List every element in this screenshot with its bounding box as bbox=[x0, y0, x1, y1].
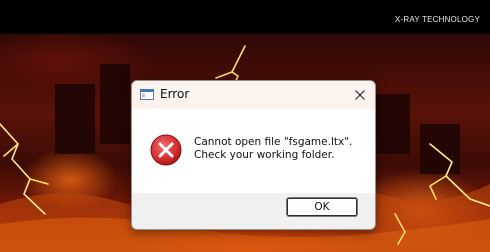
dialog-title-bar: Error bbox=[132, 81, 375, 109]
error-message-line-1: Cannot open file "fsgame.ltx". bbox=[194, 136, 353, 148]
window-icon bbox=[140, 89, 154, 100]
brand-label: X-RAY TECHNOLOGY bbox=[395, 15, 480, 24]
close-icon bbox=[355, 90, 365, 100]
close-button[interactable] bbox=[345, 81, 375, 109]
dialog-content: Cannot open file "fsgame.ltx". Check you… bbox=[132, 109, 375, 193]
error-message-line-2: Check your working folder. bbox=[194, 149, 335, 161]
dialog-title: Error bbox=[160, 87, 190, 101]
dialog-footer: OK bbox=[132, 193, 375, 229]
splash-top-bar: X-RAY TECHNOLOGY bbox=[0, 0, 490, 34]
ok-button[interactable]: OK bbox=[286, 197, 358, 217]
error-dialog: Error Cannot open file "fsgame.ltx". Che… bbox=[131, 80, 376, 230]
error-message: Cannot open file "fsgame.ltx". Check you… bbox=[194, 136, 352, 162]
error-icon bbox=[150, 134, 182, 166]
